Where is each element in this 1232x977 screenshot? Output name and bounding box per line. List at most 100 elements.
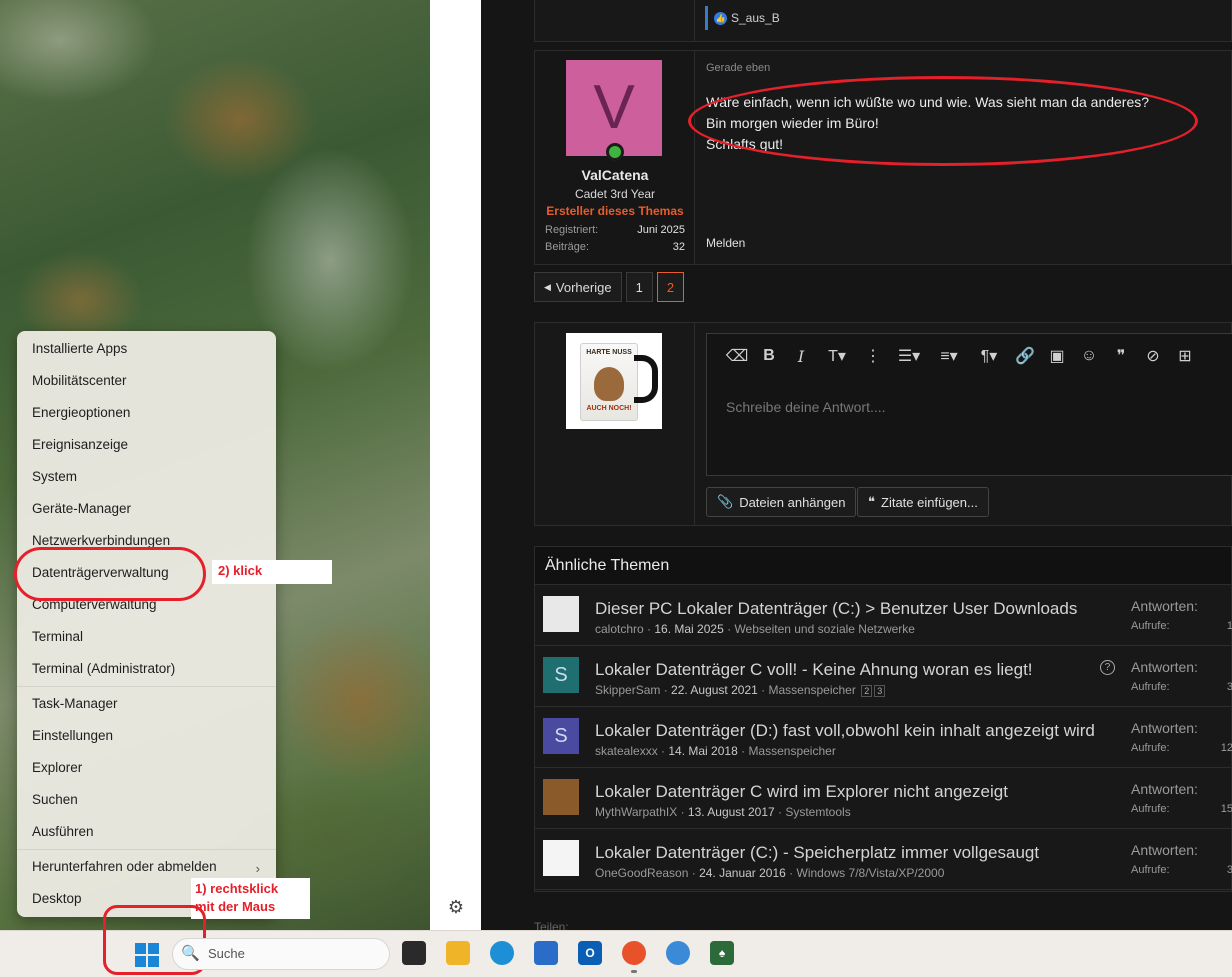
thread-replies-label: Antworten: [1131,659,1198,675]
outlook-icon[interactable]: O [578,941,602,965]
thread-author[interactable]: skatealexxx [595,744,658,758]
taskbar-search-input[interactable] [172,938,390,970]
winx-menu-item[interactable]: Geräte-Manager [32,501,131,516]
winx-menu-item[interactable]: Installierte Apps [32,341,127,356]
pagination: ◀ Vorherige 1 2 [534,272,685,302]
task-view-icon[interactable] [402,941,426,965]
username[interactable]: ValCatena [535,167,695,183]
image-icon[interactable]: ▣ [1041,341,1073,371]
thread-row[interactable]: Dieser PC Lokaler Datenträger (C:) > Ben… [535,585,1232,646]
thread-meta: MythWarpathIX · 13. August 2017 · System… [595,805,851,819]
thread-views-value: 1 [1226,620,1232,632]
thread-date: 24. Januar 2016 [699,866,786,880]
thread-forum[interactable]: Systemtools [785,805,850,819]
thread-forum[interactable]: Massenspeicher [748,744,835,758]
clear-format-icon[interactable]: ⌫ [721,341,753,371]
user-registered: Registriert: Juni 2025 [545,224,685,236]
thread-title[interactable]: Dieser PC Lokaler Datenträger (C:) > Ben… [595,599,1077,619]
firefox-running-indicator [631,970,637,973]
more-options-icon[interactable]: ⋮ [857,341,889,371]
search-icon: 🔍 [181,945,200,962]
solitaire-icon[interactable]: ♠ [710,941,734,965]
thread-author[interactable]: MythWarpathIX [595,805,677,819]
chevron-right-icon: › [255,861,260,876]
winx-menu-item[interactable]: Desktop [32,891,82,906]
winx-menu-item[interactable]: Ausführen [32,824,94,839]
thread-views-label: Aufrufe: [1131,620,1170,632]
avatar[interactable]: V [566,60,662,156]
thread-author-avatar[interactable] [543,840,579,876]
pagination-page-1[interactable]: 1 [625,272,653,302]
reply-editor[interactable]: ⌫ B I T▾ ⋮ ☰▾ ≡▾ ¶▾ 🔗 ▣ ☺ ❞ ⊘ ⊞ Schreibe… [706,333,1232,476]
annotation-step-1-line-1: 1) rechtsklick [195,881,279,896]
thread-title[interactable]: Lokaler Datenträger (D:) fast voll,obwoh… [595,721,1095,741]
thread-row[interactable]: S Lokaler Datenträger C voll! - Keine Ah… [535,646,1232,707]
thread-title[interactable]: Lokaler Datenträger C wird im Explorer n… [595,782,1008,802]
thread-page-chip[interactable]: 3 [874,685,886,697]
thread-author[interactable]: calotchro [595,622,644,636]
posts-value: 32 [672,241,685,253]
thread-meta: SkipperSam · 22. August 2021 · Massenspe… [595,683,886,697]
insert-quotes-button[interactable]: ❝ Zitate einfügen... [857,487,989,517]
reply-user-column: HARTE NUSS AUCH NOCH! [535,323,695,525]
thread-row[interactable]: S Lokaler Datenträger (D:) fast voll,obw… [535,707,1232,768]
winx-menu-item[interactable]: Mobilitätscenter [32,373,127,388]
thread-forum[interactable]: Windows 7/8/Vista/XP/2000 [797,866,945,880]
thread-author[interactable]: OneGoodReason [595,866,688,880]
thread-author-avatar[interactable]: S [543,657,579,693]
annotation-ring-menu-item [14,547,206,601]
emoji-icon[interactable]: ☺ [1073,341,1105,371]
avatar-mug-image[interactable]: HARTE NUSS AUCH NOCH! [566,333,662,429]
quote-marks-icon: ❝ [868,494,875,509]
winx-menu-item[interactable]: Suchen [32,792,78,807]
registered-value: Juni 2025 [637,224,685,236]
quote-icon[interactable]: ❞ [1105,341,1137,371]
winx-context-menu: Installierte Apps Mobilitätscenter Energie… [17,331,276,917]
post-timestamp[interactable]: Gerade eben [706,62,770,74]
winx-menu-item[interactable]: Energieoptionen [32,405,130,420]
thread-page-chip[interactable]: 2 [861,685,873,697]
report-link[interactable]: Melden [706,236,745,250]
settings-gear-icon[interactable]: ⚙ [446,897,466,917]
table-icon[interactable]: ⊞ [1169,341,1201,371]
thread-row[interactable]: Lokaler Datenträger C wird im Explorer n… [535,768,1232,829]
thread-forum[interactable]: Massenspeicher [768,683,855,697]
thread-author-avatar[interactable] [543,779,579,815]
text-size-icon[interactable]: T▾ [817,341,857,371]
winx-menu-item[interactable]: Task-Manager [32,696,118,711]
winx-menu-item[interactable]: Ereignisanzeige [32,437,128,452]
thread-title[interactable]: Lokaler Datenträger C voll! - Keine Ahnu… [595,660,1033,680]
reply-placeholder: Schreibe deine Antwort.... [726,399,886,415]
thread-author[interactable]: SkipperSam [595,683,660,697]
align-icon[interactable]: ≡▾ [929,341,969,371]
link-icon[interactable]: 🔗 [1009,341,1041,371]
thread-title[interactable]: Lokaler Datenträger (C:) - Speicherplatz… [595,843,1039,863]
winx-menu-item[interactable]: Herunterfahren oder abmelden [32,859,217,874]
maps-icon[interactable] [666,941,690,965]
winx-menu-item[interactable]: Einstellungen [32,728,113,743]
italic-icon[interactable]: I [785,341,817,371]
winx-menu-item[interactable]: Netzwerkverbindungen [32,533,170,548]
attach-files-button[interactable]: 📎 Dateien anhängen [706,487,857,517]
mug-handle [634,355,658,403]
winx-menu-item[interactable]: Terminal [32,629,83,644]
firefox-icon[interactable] [622,941,646,965]
winx-menu-item[interactable]: Explorer [32,760,82,775]
bold-icon[interactable]: B [753,341,785,371]
thread-row[interactable]: Lokaler Datenträger (C:) - Speicherplatz… [535,829,1232,890]
paragraph-icon[interactable]: ¶▾ [969,341,1009,371]
winx-menu-item[interactable]: System [32,469,77,484]
spoiler-icon[interactable]: ⊘ [1137,341,1169,371]
pagination-page-2[interactable]: 2 [656,272,685,302]
edge-browser-icon[interactable] [490,941,514,965]
pagination-prev-button[interactable]: ◀ Vorherige [534,272,622,302]
thread-forum[interactable]: Webseiten und soziale Netzwerke [734,622,915,636]
thread-author-avatar[interactable]: S [543,718,579,754]
store-icon[interactable] [534,941,558,965]
thread-author-avatar[interactable] [543,596,579,632]
thread-replies-label: Antworten: [1131,598,1198,614]
list-icon[interactable]: ☰▾ [889,341,929,371]
winx-menu-item[interactable]: Terminal (Administrator) [32,661,175,676]
file-explorer-icon[interactable] [446,941,470,965]
reaction-bar[interactable]: 👍 S_aus_B [705,6,780,30]
